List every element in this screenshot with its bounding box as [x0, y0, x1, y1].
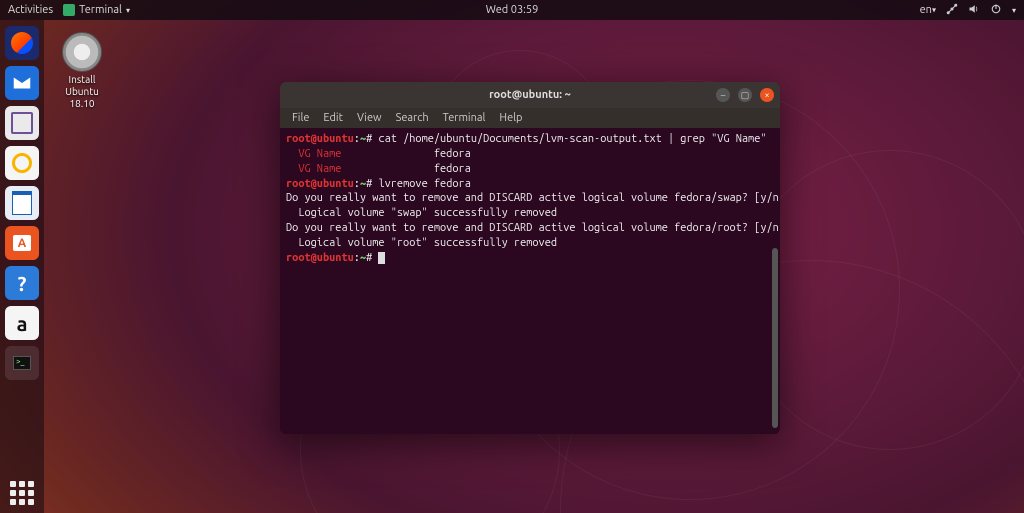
dock-rhythmbox[interactable] [5, 146, 39, 180]
dock-thunderbird[interactable] [5, 66, 39, 100]
rhythmbox-icon [12, 153, 32, 173]
thunderbird-icon [11, 72, 33, 94]
menu-edit[interactable]: Edit [317, 110, 349, 126]
cd-icon [62, 32, 102, 72]
menu-terminal[interactable]: Terminal [437, 110, 492, 126]
writer-icon [12, 191, 32, 215]
prompt-user: root@ubuntu [286, 252, 354, 264]
app-menu[interactable]: Terminal ▾ [63, 4, 130, 16]
input-source-indicator[interactable]: en▾ [920, 4, 936, 16]
terminal-line: Do you really want to remove and DISCARD… [286, 192, 780, 204]
window-titlebar[interactable]: root@ubuntu: ~ – ▢ × [280, 82, 780, 108]
gnome-top-bar: Activities Terminal ▾ Wed 03:59 en▾ ▾ [0, 0, 1024, 20]
terminal-scrollbar[interactable] [772, 248, 778, 428]
volume-icon[interactable] [968, 3, 980, 18]
dock-help[interactable]: ? [5, 266, 39, 300]
terminal-line: Logical volume "root" successfully remov… [286, 237, 557, 249]
terminal-cursor [378, 252, 384, 264]
prompt-user: root@ubuntu [286, 133, 354, 145]
dock-ubuntu-software[interactable] [5, 226, 39, 260]
terminal-line: Do you really want to remove and DISCARD… [286, 222, 780, 234]
amazon-icon: a [17, 312, 28, 335]
show-applications-button[interactable] [10, 481, 34, 505]
window-maximize-button[interactable]: ▢ [738, 88, 752, 102]
terminal-line: lvremove fedora [378, 178, 470, 190]
window-title: root@ubuntu: ~ [489, 89, 571, 101]
network-icon[interactable] [946, 3, 958, 18]
dock-terminal[interactable] [5, 346, 39, 380]
dock: ? a [0, 20, 44, 513]
clock[interactable]: Wed 03:59 [486, 4, 539, 16]
input-source-label: en [920, 4, 932, 16]
terminal-line: fedora [341, 163, 470, 175]
prompt-user: root@ubuntu [286, 178, 354, 190]
help-icon: ? [18, 272, 27, 295]
dock-libreoffice-writer[interactable] [5, 186, 39, 220]
terminal-line: fedora [341, 148, 470, 160]
wallpaper-swirl [740, 150, 1024, 450]
terminal-window: root@ubuntu: ~ – ▢ × File Edit View Sear… [280, 82, 780, 434]
terminal-viewport[interactable]: root@ubuntu:~# cat /home/ubuntu/Document… [280, 128, 780, 434]
terminal-menubar: File Edit View Search Terminal Help [280, 108, 780, 128]
terminal-icon [13, 356, 31, 370]
terminal-icon [63, 4, 75, 16]
window-minimize-button[interactable]: – [716, 88, 730, 102]
menu-search[interactable]: Search [390, 110, 435, 126]
menu-file[interactable]: File [286, 110, 315, 126]
menu-help[interactable]: Help [493, 110, 528, 126]
window-close-button[interactable]: × [760, 88, 774, 102]
desktop-icon-label: Install Ubuntu 18.10 [54, 74, 110, 110]
power-icon[interactable] [990, 3, 1002, 18]
app-menu-label: Terminal [79, 4, 122, 16]
dock-files[interactable] [5, 106, 39, 140]
terminal-line: VG Name [286, 163, 341, 175]
chevron-down-icon: ▾ [126, 6, 130, 15]
firefox-icon [11, 32, 33, 54]
menu-view[interactable]: View [351, 110, 388, 126]
desktop-install-ubuntu[interactable]: Install Ubuntu 18.10 [54, 32, 110, 110]
terminal-line: Logical volume "swap" successfully remov… [286, 207, 557, 219]
software-icon [13, 235, 31, 251]
terminal-line: VG Name [286, 148, 341, 160]
terminal-line: cat /home/ubuntu/Documents/lvm-scan-outp… [378, 133, 766, 145]
dock-firefox[interactable] [5, 26, 39, 60]
activities-button[interactable]: Activities [8, 4, 53, 16]
system-menu-chevron-icon[interactable]: ▾ [1012, 6, 1016, 15]
dock-amazon[interactable]: a [5, 306, 39, 340]
